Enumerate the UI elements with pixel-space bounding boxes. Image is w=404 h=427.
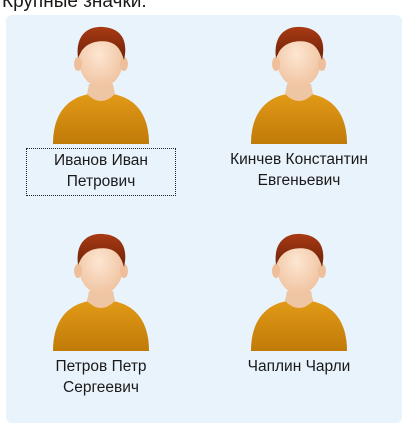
contact-name-label: Иванов Иван Петрович	[26, 148, 176, 196]
contact-name-label: Кинчев Константин Евгеньевич	[230, 151, 368, 189]
contact-name-label: Чаплин Чарли	[247, 358, 351, 375]
user-avatar-icon	[53, 233, 149, 351]
contact-item-petrov[interactable]: Петров Петр Сергеевич	[6, 225, 196, 425]
user-avatar-icon	[251, 233, 347, 351]
contact-item-kinchev[interactable]: Кинчев Константин Евгеньевич	[204, 18, 394, 218]
view-mode-heading: Крупные значки:	[2, 0, 147, 12]
contacts-panel: Иванов Иван Петрович Кинчев Константин Е…	[6, 15, 402, 423]
user-avatar-icon	[53, 26, 149, 144]
contact-item-chaplin[interactable]: Чаплин Чарли	[204, 225, 394, 425]
contact-item-ivanov[interactable]: Иванов Иван Петрович	[6, 18, 196, 218]
contact-name-label: Петров Петр Сергеевич	[55, 358, 147, 396]
user-avatar-icon	[251, 26, 347, 144]
